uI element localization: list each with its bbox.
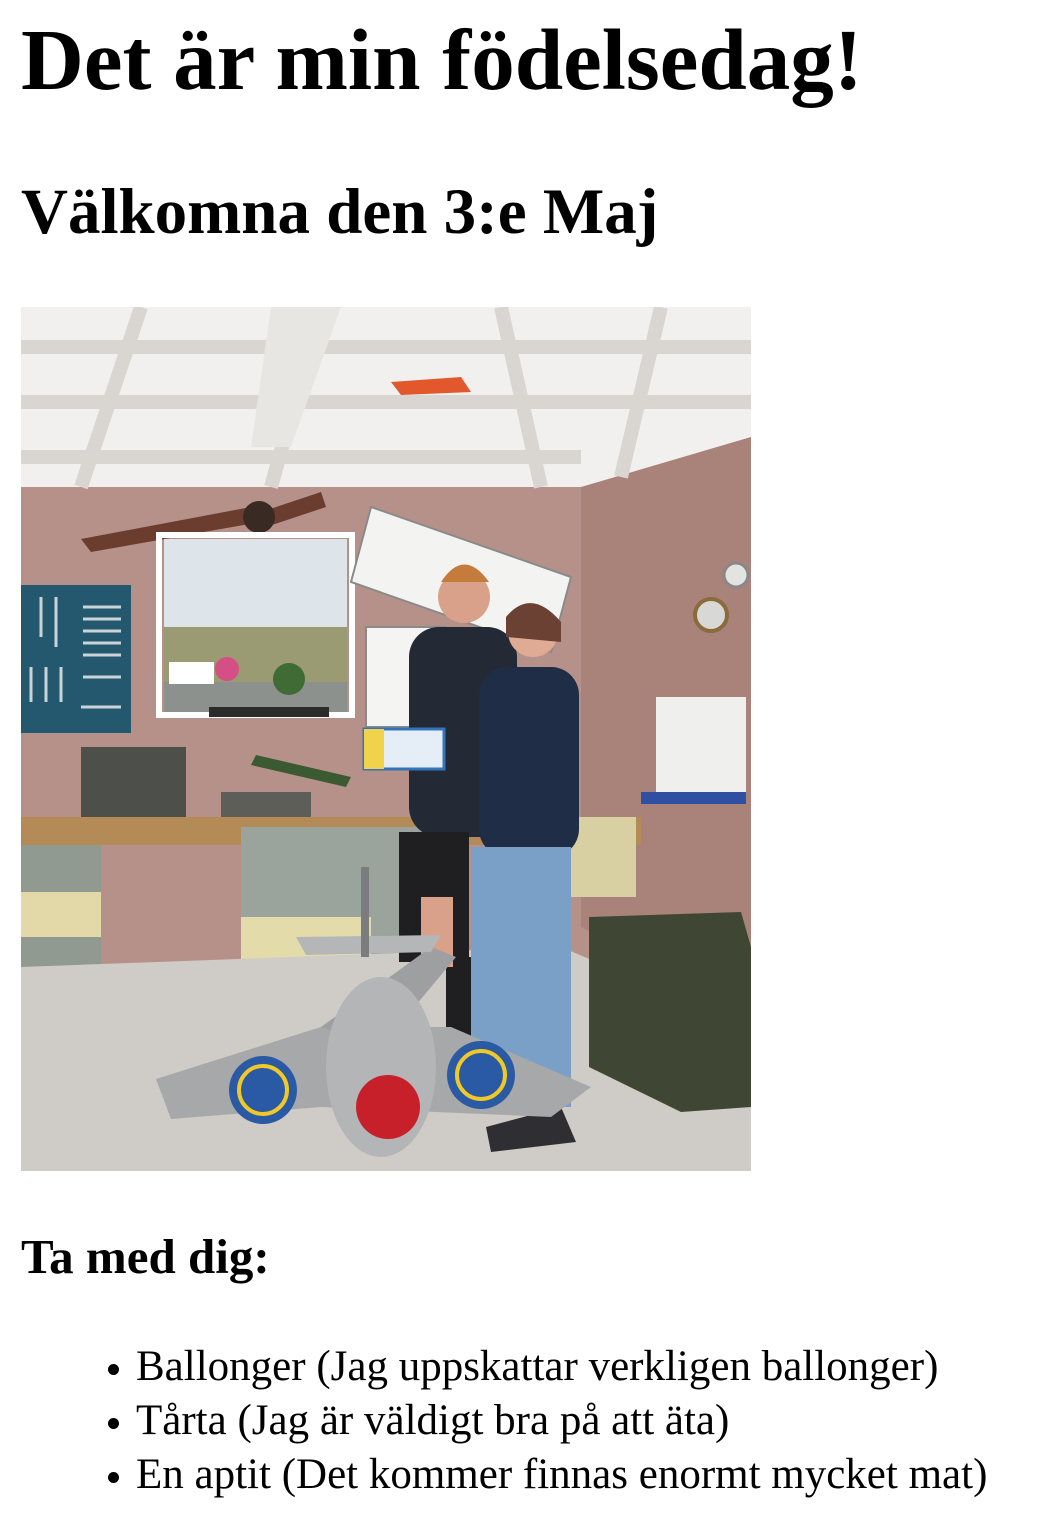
list-item: En aptit (Det kommer finnas enormt mycke… xyxy=(136,1448,987,1502)
bring-list: Ballonger (Jag uppskattar verkligen ball… xyxy=(0,1340,987,1502)
list-item: Tårta (Jag är väldigt bra på att äta) xyxy=(136,1394,987,1448)
bring-heading: Ta med dig: xyxy=(21,1229,270,1284)
page-title: Det är min födelsedag! xyxy=(21,11,863,108)
page-subtitle: Välkomna den 3:e Maj xyxy=(21,176,659,248)
birthday-photo xyxy=(21,307,751,1171)
list-item: Ballonger (Jag uppskattar verkligen ball… xyxy=(136,1340,987,1394)
